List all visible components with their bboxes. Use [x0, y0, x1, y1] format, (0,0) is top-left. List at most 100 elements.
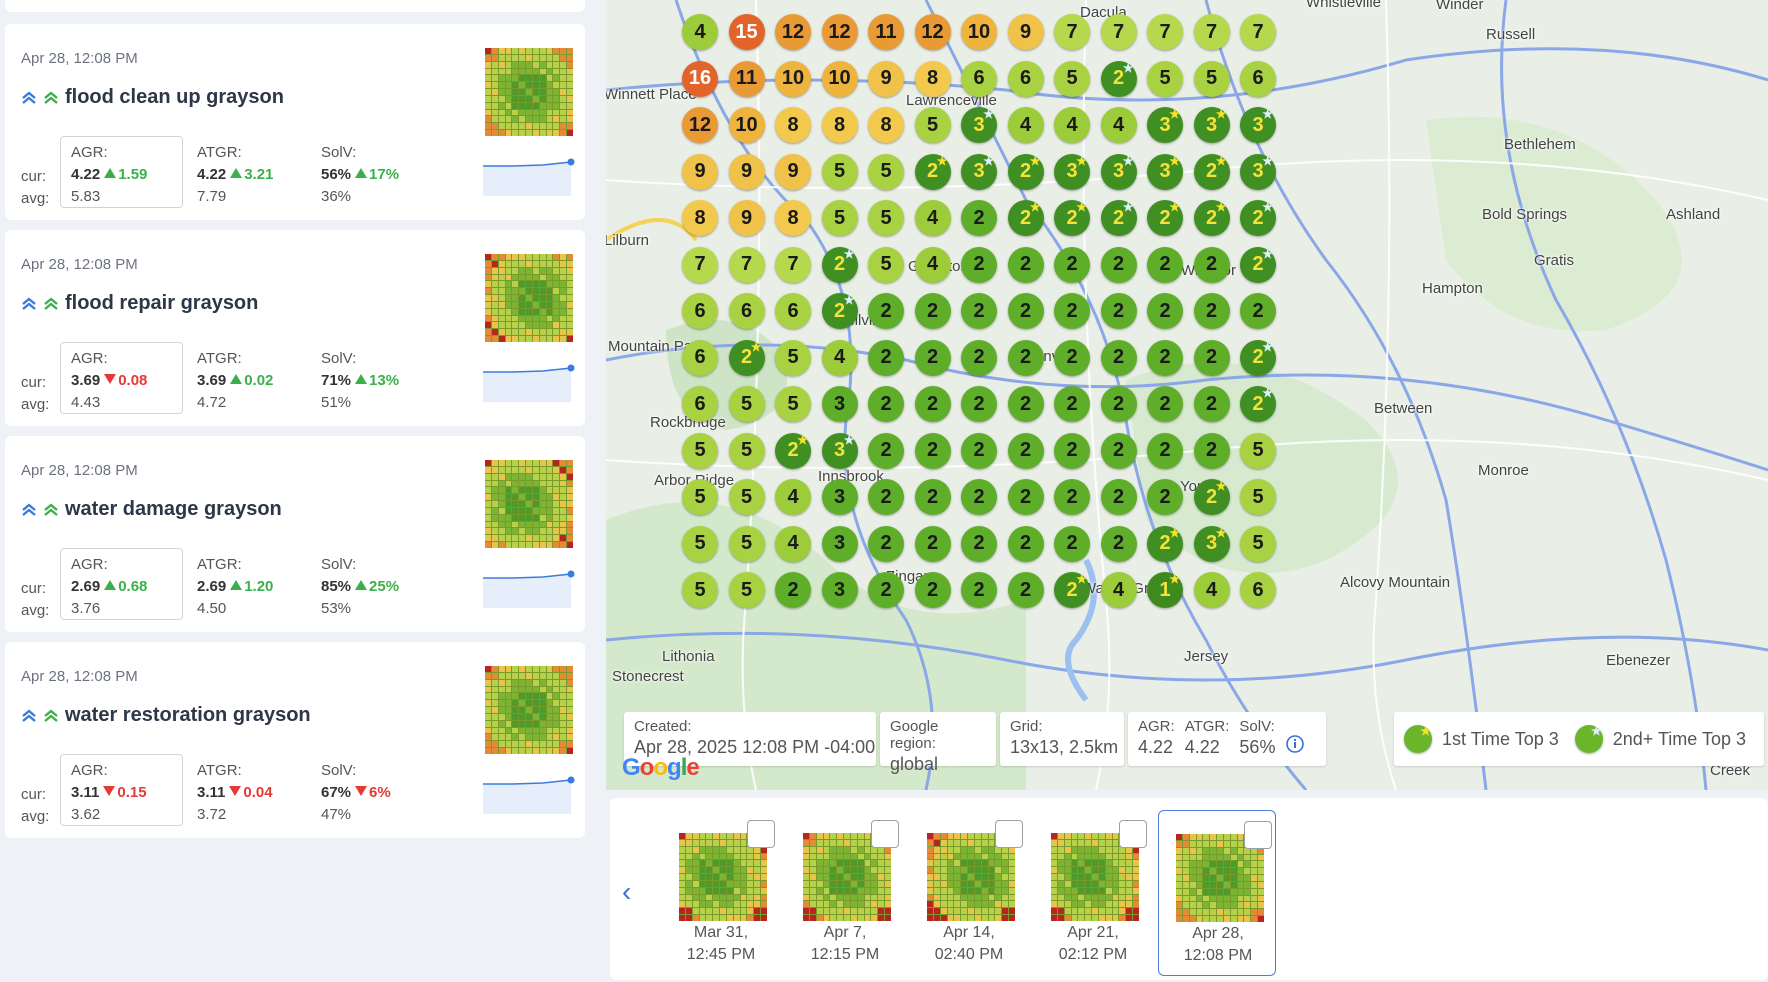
- rank-pin[interactable]: 2 ★: [1240, 200, 1276, 236]
- rank-pin[interactable]: 5: [1240, 432, 1276, 469]
- rank-pin[interactable]: 3: [821, 386, 858, 422]
- rank-pin[interactable]: 2: [1054, 479, 1090, 515]
- keyword-card[interactable]: Apr 28, 12:08 PM water damage grayson cu…: [5, 436, 585, 632]
- info-icon[interactable]: [1285, 734, 1305, 760]
- rank-pin[interactable]: 5: [728, 572, 765, 608]
- rank-pin[interactable]: 4: [1193, 572, 1230, 608]
- rank-pin[interactable]: 2 ★: [1007, 153, 1044, 190]
- rank-pin[interactable]: 5: [914, 107, 951, 143]
- rank-pin[interactable]: 11: [728, 60, 765, 97]
- rank-pin[interactable]: 7: [1100, 14, 1137, 50]
- rank-pin[interactable]: 6: [682, 293, 718, 329]
- rank-pin[interactable]: 2: [1193, 432, 1230, 469]
- rank-pin[interactable]: 2 ★: [1100, 60, 1137, 97]
- rank-pin[interactable]: 2: [914, 572, 951, 608]
- rank-pin[interactable]: 2 ★: [775, 432, 811, 469]
- rank-heatmap-thumbnail[interactable]: [485, 666, 573, 754]
- rank-pin[interactable]: 2: [914, 339, 951, 376]
- keyword-title[interactable]: water damage grayson: [21, 498, 282, 521]
- rank-pin[interactable]: 3 ★: [1240, 153, 1276, 190]
- rank-pin[interactable]: 2: [1100, 339, 1137, 376]
- rank-pin[interactable]: 4: [682, 14, 718, 50]
- snapshot-checkbox[interactable]: [871, 820, 899, 848]
- keyword-card[interactable]: Apr 28, 12:08 PM flood clean up grayson …: [5, 24, 585, 220]
- rank-pin[interactable]: 2: [1193, 293, 1230, 329]
- rank-pin[interactable]: 12: [775, 14, 811, 50]
- rank-pin[interactable]: 2: [1100, 386, 1137, 422]
- rank-pin[interactable]: 12: [914, 14, 951, 50]
- rank-pin[interactable]: 2: [914, 525, 951, 562]
- rank-pin[interactable]: 3 ★: [961, 107, 997, 143]
- rank-pin[interactable]: 2: [914, 432, 951, 469]
- rank-pin[interactable]: 2: [1100, 293, 1137, 329]
- rank-pin[interactable]: 6: [1240, 572, 1276, 608]
- rank-pin[interactable]: 2: [1240, 293, 1276, 329]
- rank-pin[interactable]: 2: [961, 386, 997, 422]
- rank-pin[interactable]: 2: [914, 479, 951, 515]
- rank-pin[interactable]: 6: [775, 293, 811, 329]
- rank-pin[interactable]: 8: [682, 200, 718, 236]
- rank-pin[interactable]: 8: [821, 107, 858, 143]
- rank-pin[interactable]: 4: [775, 479, 811, 515]
- rank-pin[interactable]: 2: [868, 432, 904, 469]
- snapshot-item[interactable]: Apr 14, 02:40 PM: [910, 810, 1028, 976]
- rank-pin[interactable]: 5: [775, 339, 811, 376]
- rank-pin[interactable]: 12: [821, 14, 858, 50]
- rank-pin[interactable]: 3 ★: [1100, 153, 1137, 190]
- rank-pin[interactable]: 2 ★: [1007, 200, 1044, 236]
- rank-pin[interactable]: 2 ★: [1100, 200, 1137, 236]
- rank-pin[interactable]: 2: [1007, 525, 1044, 562]
- keyword-title[interactable]: flood repair grayson: [21, 292, 258, 315]
- rank-pin[interactable]: 6: [961, 60, 997, 97]
- rank-pin[interactable]: 4: [1100, 572, 1137, 608]
- rank-pin[interactable]: 15: [728, 14, 765, 50]
- rank-pin[interactable]: 2: [1147, 339, 1183, 376]
- rank-pin[interactable]: 2: [775, 572, 811, 608]
- rank-pin[interactable]: 2: [1007, 479, 1044, 515]
- rank-pin[interactable]: 2: [1100, 432, 1137, 469]
- rank-heatmap-thumbnail[interactable]: [485, 460, 573, 548]
- rank-pin[interactable]: 5: [728, 386, 765, 422]
- rank-pin[interactable]: 2: [868, 572, 904, 608]
- rank-pin[interactable]: 9: [775, 153, 811, 190]
- rank-pin[interactable]: 2: [1054, 246, 1090, 283]
- snapshot-checkbox[interactable]: [1244, 821, 1272, 849]
- rank-pin[interactable]: 3 ★: [1147, 107, 1183, 143]
- rank-pin[interactable]: 2 ★: [1147, 525, 1183, 562]
- rank-pin[interactable]: 3 ★: [1193, 525, 1230, 562]
- rank-pin[interactable]: 2: [961, 246, 997, 283]
- rank-pin[interactable]: 5: [728, 479, 765, 515]
- rank-pin[interactable]: 5: [682, 572, 718, 608]
- keyword-card[interactable]: Apr 28, 12:08 PM flood repair grayson cu…: [5, 230, 585, 426]
- rank-pin[interactable]: 8: [775, 107, 811, 143]
- rank-pin[interactable]: 4: [1054, 107, 1090, 143]
- rank-pin[interactable]: 2: [868, 525, 904, 562]
- rank-pin[interactable]: 9: [682, 153, 718, 190]
- chevron-left-icon[interactable]: ‹: [622, 876, 631, 908]
- rank-pin[interactable]: 2: [1054, 386, 1090, 422]
- rank-pin[interactable]: 2 ★: [914, 153, 951, 190]
- rank-pin[interactable]: 2: [1100, 525, 1137, 562]
- rank-pin[interactable]: 3 ★: [821, 432, 858, 469]
- snapshot-item[interactable]: Mar 31, 12:45 PM: [662, 810, 780, 976]
- rank-pin[interactable]: 5: [868, 200, 904, 236]
- rank-pin[interactable]: 5: [775, 386, 811, 422]
- snapshot-checkbox[interactable]: [1119, 820, 1147, 848]
- rank-pin[interactable]: 2: [1193, 339, 1230, 376]
- rank-pin[interactable]: 2 ★: [1193, 200, 1230, 236]
- rank-pin[interactable]: 2: [1147, 246, 1183, 283]
- rank-pin[interactable]: 5: [1240, 479, 1276, 515]
- rank-pin[interactable]: 2: [961, 339, 997, 376]
- rank-pin[interactable]: 5: [682, 525, 718, 562]
- rank-pin[interactable]: 2: [1054, 432, 1090, 469]
- rank-pin[interactable]: 6: [1007, 60, 1044, 97]
- rank-pin[interactable]: 6: [682, 339, 718, 376]
- rank-pin[interactable]: 6: [728, 293, 765, 329]
- rank-pin[interactable]: 3 ★: [1240, 107, 1276, 143]
- rank-pin[interactable]: 2: [961, 479, 997, 515]
- rank-pin[interactable]: 10: [728, 107, 765, 143]
- rank-pin[interactable]: 2: [868, 293, 904, 329]
- snapshot-item[interactable]: Apr 28, 12:08 PM: [1158, 810, 1276, 976]
- rank-pin[interactable]: 2 ★: [1240, 386, 1276, 422]
- rank-pin[interactable]: 2: [1147, 432, 1183, 469]
